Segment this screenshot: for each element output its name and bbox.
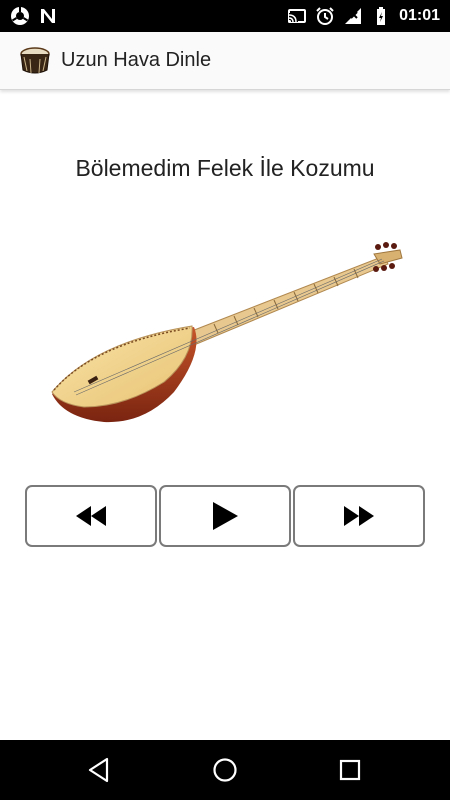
drum-app-icon [20, 47, 50, 74]
fast-forward-button[interactable] [293, 485, 425, 547]
alarm-icon [316, 7, 334, 25]
navigation-bar [0, 740, 450, 800]
play-button[interactable] [159, 485, 291, 547]
cast-icon [288, 9, 307, 23]
player-controls [25, 485, 425, 547]
back-icon[interactable] [85, 756, 113, 784]
home-icon[interactable] [211, 756, 239, 784]
play-icon [213, 502, 238, 530]
status-bar: 01:01 [0, 0, 450, 32]
battery-icon [377, 7, 386, 25]
rewind-icon [76, 506, 106, 526]
song-title: Bölemedim Felek İle Kozumu [75, 155, 375, 181]
n-notification-icon [41, 9, 55, 23]
fast-forward-icon [344, 506, 374, 526]
status-time: 01:01 [399, 7, 440, 24]
app-bar: Uzun Hava Dinle [0, 32, 450, 90]
signal-icon [345, 8, 362, 24]
chrome-icon [11, 7, 29, 25]
rewind-button[interactable] [25, 485, 157, 547]
recents-icon[interactable] [336, 756, 364, 784]
app-title: Uzun Hava Dinle [61, 49, 212, 71]
saz-instrument-image [51, 242, 403, 423]
